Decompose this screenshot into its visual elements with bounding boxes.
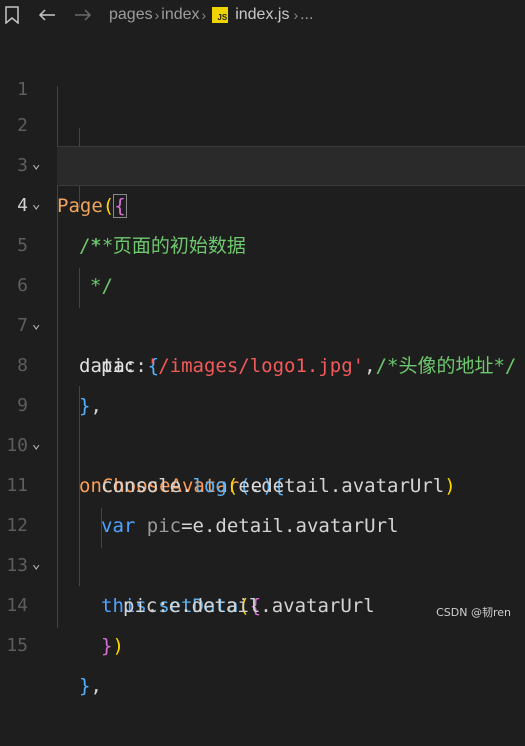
code-line-10[interactable]: 10 console.log(e.detail.avatarUrl): [0, 386, 525, 497]
chevron-right-icon: ›: [293, 7, 299, 23]
brace: }: [101, 635, 113, 657]
code-line-11[interactable]: 11 var pic=e.detail.avatarUrl: [0, 426, 525, 537]
chevron-right-icon: ›: [154, 7, 160, 23]
code-line-12[interactable]: 12 ⌄ this.setData({: [0, 466, 525, 617]
bookmark-icon[interactable]: [4, 6, 20, 24]
line-number: 15: [6, 635, 28, 656]
code-line-9[interactable]: 9 ⌄ onChooseAvatar(e){: [0, 346, 525, 497]
js-file-icon: JS: [212, 7, 229, 23]
code-line-1[interactable]: 1: [0, 30, 525, 100]
breadcrumb: pages › index › JS index.js › ...: [0, 0, 525, 30]
back-arrow-icon[interactable]: [38, 8, 56, 22]
paren: ): [112, 635, 124, 657]
chevron-right-icon: ›: [201, 7, 207, 23]
code-line-4[interactable]: 4 * 页面的初始数据: [0, 146, 525, 257]
code-text: }): [101, 626, 124, 666]
code-line-2[interactable]: 2 ⌄ Page({: [0, 66, 525, 218]
code-editor[interactable]: 1 2 ⌄ Page({ 3 ⌄ /** 4 * 页面的初始数据 5 */ 6 …: [0, 30, 525, 697]
comma: ,: [90, 675, 102, 697]
code-line-3[interactable]: 3 ⌄ /**: [0, 106, 525, 257]
breadcrumb-item-index[interactable]: index: [161, 6, 199, 24]
code-line-7[interactable]: 7 pic:'/images/logo1.jpg',/*头像的地址*/: [0, 266, 525, 377]
code-text: },: [79, 666, 102, 706]
code-line-8[interactable]: 8 },: [0, 306, 525, 417]
breadcrumb-item-file[interactable]: index.js: [235, 6, 289, 24]
code-line-6[interactable]: 6 ⌄ data: {: [0, 226, 525, 377]
watermark: CSDN @韧ren: [436, 606, 511, 619]
code-line-13[interactable]: 13 pic:e.detail.avatarUrl: [0, 506, 525, 617]
code-line-5[interactable]: 5 */: [0, 186, 525, 297]
forward-arrow-icon[interactable]: [74, 8, 92, 22]
breadcrumb-item-more[interactable]: ...: [300, 6, 313, 24]
brace: }: [79, 675, 91, 697]
code-line-14[interactable]: 14 }): [0, 546, 525, 657]
breadcrumb-item-pages[interactable]: pages: [109, 6, 153, 24]
